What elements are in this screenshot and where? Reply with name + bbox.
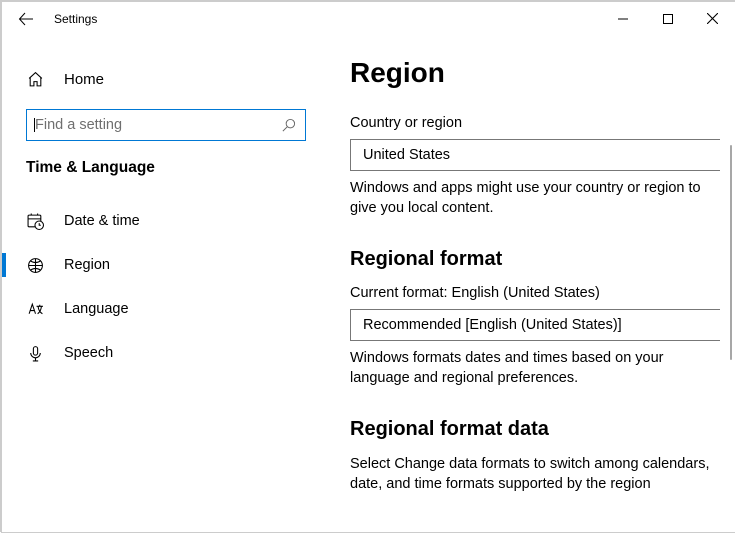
sidebar-item-label: Date & time [64, 213, 140, 229]
format-value: Recommended [English (United States)] [363, 317, 622, 333]
language-icon [26, 300, 44, 318]
minimize-icon [618, 14, 628, 24]
format-description: Windows formats dates and times based on… [350, 349, 710, 388]
close-icon [707, 13, 718, 24]
home-label: Home [64, 71, 104, 88]
main-panel: Region Country or region United States W… [328, 35, 735, 532]
regional-format-data-heading: Regional format data [350, 418, 735, 441]
regional-format-heading: Regional format [350, 248, 735, 271]
window-controls [600, 2, 735, 35]
calendar-clock-icon [26, 212, 44, 230]
page-title: Region [350, 57, 735, 89]
sidebar-item-language[interactable]: Language [2, 287, 328, 331]
globe-icon [26, 256, 44, 274]
sidebar-item-region[interactable]: Region [2, 243, 328, 287]
close-button[interactable] [690, 2, 735, 35]
country-value: United States [363, 147, 450, 163]
search-icon [279, 116, 297, 134]
current-format-label: Current format: English (United States) [350, 285, 735, 301]
sidebar-item-date-time[interactable]: Date & time [2, 199, 328, 243]
content: Home Find a setting Time & Language Da [2, 35, 735, 532]
search-input[interactable]: Find a setting [26, 109, 306, 141]
maximize-button[interactable] [645, 2, 690, 35]
sidebar-item-speech[interactable]: Speech [2, 331, 328, 375]
back-button[interactable] [6, 2, 46, 35]
country-label: Country or region [350, 115, 735, 131]
arrow-left-icon [18, 11, 34, 27]
data-description: Select Change data formats to switch amo… [350, 455, 710, 494]
titlebar-left: Settings [6, 2, 97, 35]
search-container: Find a setting [26, 109, 314, 141]
country-dropdown[interactable]: United States [350, 139, 720, 171]
home-icon [26, 70, 44, 88]
window-title: Settings [54, 12, 97, 26]
minimize-button[interactable] [600, 2, 645, 35]
country-description: Windows and apps might use your country … [350, 179, 710, 218]
sidebar-item-label: Region [64, 257, 110, 273]
home-nav[interactable]: Home [2, 61, 328, 97]
titlebar: Settings [2, 2, 735, 35]
sidebar-item-label: Speech [64, 345, 113, 361]
microphone-icon [26, 344, 44, 362]
sidebar-section-label: Time & Language [2, 159, 328, 177]
maximize-icon [663, 14, 673, 24]
sidebar-item-label: Language [64, 301, 129, 317]
search-placeholder: Find a setting [35, 117, 122, 133]
format-dropdown[interactable]: Recommended [English (United States)] [350, 309, 720, 341]
scrollbar-thumb[interactable] [730, 145, 733, 360]
sidebar: Home Find a setting Time & Language Da [2, 35, 328, 532]
